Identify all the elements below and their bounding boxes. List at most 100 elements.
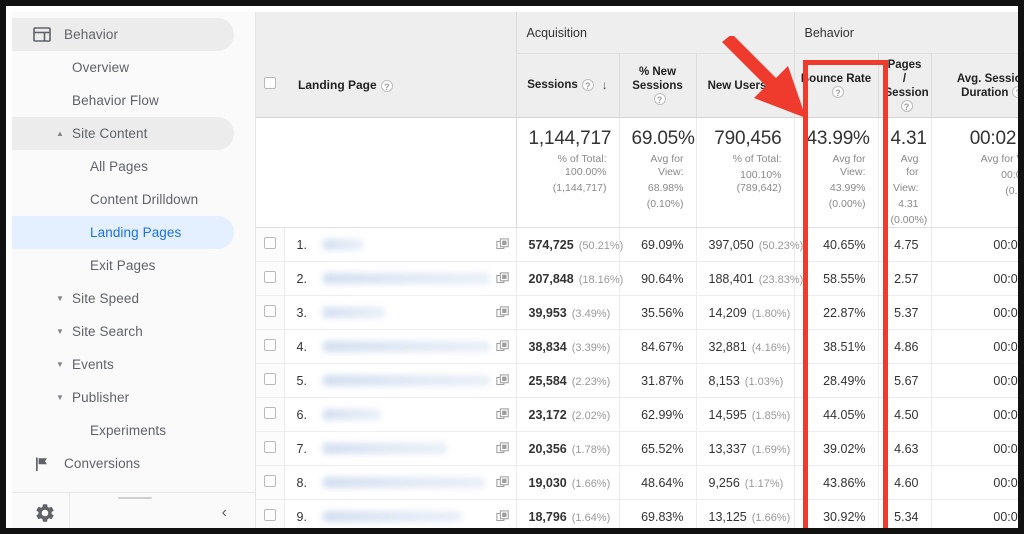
landing-page-cell[interactable] [313,329,516,364]
table-row[interactable]: 3. 39,953 (3.49%) 35.56% 14,209 (1.80%) 22.87%… [256,295,1018,330]
open-in-new-window-icon[interactable] [495,305,510,320]
row-checkbox-cell[interactable] [256,465,284,500]
open-in-new-window-icon[interactable] [495,407,510,422]
table-row[interactable]: 8. 19,030 (1.66%) 48.64% 9,256 (1.17%) 43.86% 4… [256,465,1018,500]
landing-page-cell[interactable] [313,363,516,398]
sidebar-item-site-content[interactable]: ▲ Site Content [12,117,234,150]
landing-page-cell[interactable] [313,295,516,330]
column-header-label: Sessions [527,79,578,92]
summary-sub2: (1,144,717) [552,182,607,194]
landing-page-cell[interactable] [313,431,516,466]
landing-page-cell[interactable] [313,397,516,432]
row-checkbox[interactable] [263,509,276,521]
help-icon[interactable]: ? [581,79,594,92]
table-row[interactable]: 4. 38,834 (3.39%) 84.67% 32,881 (4.16%) 38.51%… [256,329,1018,364]
open-in-new-window-icon[interactable] [495,373,510,388]
landing-page-redacted-text [323,511,461,522]
sidebar-item-overview[interactable]: Overview [12,51,255,84]
column-header-avg-session-duration[interactable]: Avg. Session Duration? [930,53,1024,118]
sidebar-item-all-pages[interactable]: All Pages [12,150,255,183]
cell-new-users: 8,153 (1.03%) [695,363,795,398]
column-header-pct-new-sessions[interactable]: % New Sessions ? [618,53,696,118]
cell-pages-session: 4.86 [877,329,932,364]
row-checkbox[interactable] [263,441,276,453]
row-checkbox-cell[interactable] [256,499,284,528]
row-checkbox[interactable] [263,339,276,351]
cell-avg-session-duration: 00:03:18 [930,499,1018,528]
row-checkbox[interactable] [263,237,276,249]
sidebar-item-label: All Pages [90,159,148,174]
row-checkbox[interactable] [263,407,276,419]
column-header-new-users[interactable]: New Users? [695,53,795,118]
row-checkbox-cell[interactable] [256,295,284,330]
help-icon[interactable]: ? [380,80,393,93]
table-row[interactable]: 9. 18,796 (1.64%) 69.83% 13,125 (1.66%) 30.92%… [256,499,1018,528]
sidebar-item-conversions[interactable]: Conversions [12,447,255,480]
help-icon[interactable]: ? [900,100,913,113]
cell-percent: (1.03%) [744,375,784,388]
table-row[interactable]: 2. 207,848 (18.16%) 90.64% 188,401 (23.83%) 58… [256,261,1018,296]
sidebar-item-landing-pages[interactable]: Landing Pages [12,216,234,249]
sidebar-item-events[interactable]: ▼ Events [12,348,255,381]
summary-sub3: (0.10%) [646,198,684,210]
table-row[interactable]: 7. 20,356 (1.78%) 65.52% 13,337 (1.69%) 39.02%… [256,431,1018,466]
cell-avg-session-duration: 00:02:53 [930,227,1018,262]
summary-sub4: (0.00%) [890,214,928,226]
column-header-bounce-rate[interactable]: Bounce Rate ? [793,53,879,118]
cell-avg-session-duration: 00:03:55 [930,363,1018,398]
sort-descending-icon[interactable]: ↓ [602,78,608,92]
column-header-pages-session[interactable]: Pages / Session ? [877,53,932,118]
open-in-new-window-icon[interactable] [495,475,510,490]
resize-handle[interactable] [118,497,152,499]
open-in-new-window-icon[interactable] [495,339,510,354]
row-index: 2. [283,261,313,296]
gear-icon[interactable] [34,502,56,524]
sidebar-item-exit-pages[interactable]: Exit Pages [12,249,255,282]
row-checkbox-cell[interactable] [256,397,284,432]
column-header-landing-page[interactable]: Landing Page? [284,53,516,118]
sidebar-item-site-speed[interactable]: ▼ Site Speed [12,282,255,315]
row-checkbox[interactable] [263,373,276,385]
row-checkbox-cell[interactable] [256,227,284,262]
help-icon[interactable]: ? [770,79,783,92]
help-icon[interactable]: ? [832,86,845,99]
sidebar-item-content-drilldown[interactable]: Content Drilldown [12,183,255,216]
select-all-checkbox-cell[interactable] [256,53,284,118]
cell-new-users: 9,256 (1.17%) [695,465,795,500]
column-header-sessions[interactable]: Sessions? ↓ [515,53,619,118]
cell-value: 25,584 [528,373,567,388]
landing-page-cell[interactable] [313,227,516,262]
table-row[interactable]: 5. 25,584 (2.23%) 31.87% 8,153 (1.03%) 28.49% 5… [256,363,1018,398]
row-checkbox-cell[interactable] [256,363,284,398]
sidebar-item-publisher[interactable]: ▼ Publisher [12,381,255,414]
cell-percent: (18.16%) [578,273,624,286]
table-row[interactable]: 6. 23,172 (2.02%) 62.99% 14,595 (1.85%) 44.05%… [256,397,1018,432]
row-checkbox[interactable] [263,271,276,283]
row-checkbox-cell[interactable] [256,329,284,364]
chevron-left-icon[interactable]: ‹ [222,503,227,523]
select-all-checkbox[interactable] [264,77,276,90]
sidebar-item-behavior-flow[interactable]: Behavior Flow [12,84,255,117]
row-checkbox[interactable] [263,475,276,487]
cell-value: 8,153 [708,373,740,388]
open-in-new-window-icon[interactable] [495,271,510,286]
help-icon[interactable]: ? [653,93,666,106]
landing-page-cell[interactable] [313,465,516,500]
row-checkbox-cell[interactable] [256,261,284,296]
column-header-label-line1: Avg. Session [956,72,1024,85]
table-row[interactable]: 1. 574,725 (50.21%) 69.09% 397,050 (50.23%) 40… [256,227,1018,262]
cell-value: 207,848 [528,271,574,286]
sidebar-item-behavior[interactable]: Behavior [12,18,234,51]
row-checkbox-cell[interactable] [256,431,284,466]
sidebar-item-experiments[interactable]: Experiments [12,414,255,447]
cell-percent: (2.23%) [571,375,611,388]
help-icon[interactable]: ? [1012,86,1018,99]
open-in-new-window-icon[interactable] [495,237,510,252]
row-checkbox[interactable] [263,305,276,317]
landing-page-cell[interactable] [313,261,516,296]
landing-page-cell[interactable] [313,499,516,528]
sidebar-item-site-search[interactable]: ▼ Site Search [12,315,255,348]
open-in-new-window-icon[interactable] [495,509,510,524]
open-in-new-window-icon[interactable] [495,441,510,456]
summary-sub3: (0.00%) [1005,185,1024,197]
